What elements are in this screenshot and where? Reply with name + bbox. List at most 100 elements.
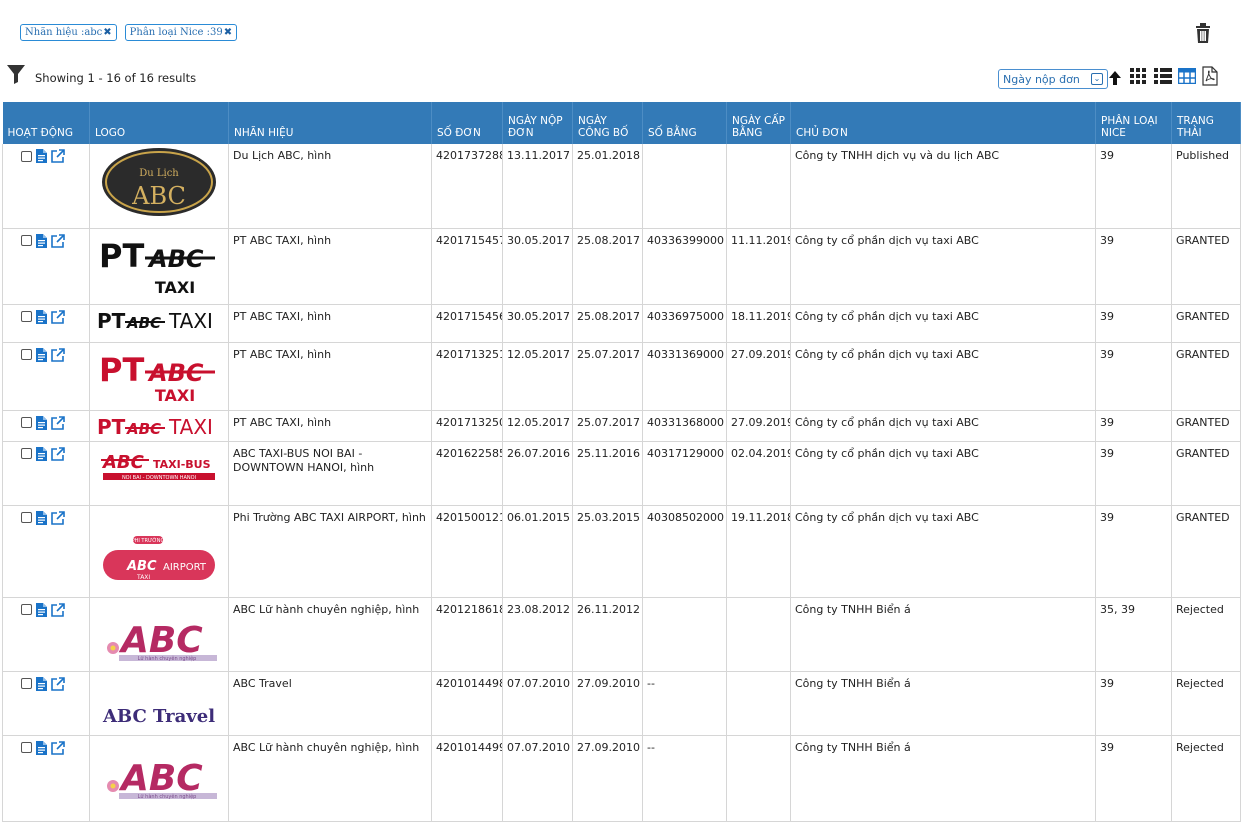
column-header[interactable]: NGÀY CẤP BẰNG — [726, 102, 791, 144]
external-link-icon[interactable] — [51, 602, 65, 617]
trash-icon[interactable] — [1194, 22, 1212, 44]
table-row[interactable]: ABC Travel ABC Travel 4201014498 07.07.2010… — [2, 671, 1241, 736]
grid-view-icon[interactable] — [1130, 68, 1148, 84]
nice-class: 39 — [1095, 505, 1172, 598]
document-icon[interactable] — [36, 415, 47, 430]
sort-ascending-arrow-icon[interactable] — [1108, 69, 1122, 87]
trademark-name: ABC Lữ hành chuyên nghiệp, hình — [228, 735, 432, 822]
column-header[interactable]: SỐ BẰNG — [642, 102, 727, 144]
row-checkbox[interactable] — [21, 512, 32, 523]
external-link-icon[interactable] — [51, 149, 65, 163]
column-header[interactable]: PHÂN LOẠI NICE — [1095, 102, 1172, 144]
row-checkbox[interactable] — [21, 349, 32, 360]
row-checkbox[interactable] — [21, 311, 32, 322]
row-checkbox[interactable] — [21, 678, 32, 689]
row-checkbox[interactable] — [21, 150, 32, 162]
column-header[interactable]: HOẠT ĐỘNG — [2, 102, 90, 144]
owner-name: Công ty cổ phần dịch vụ taxi ABC — [790, 441, 1096, 506]
table-row[interactable]: Du Lịch ABC Du Lịch ABC, hình 4201737288 13.… — [2, 144, 1241, 229]
table-row[interactable]: PT ABC TAXI PT ABC TAXI, hình 4201713251 12.0… — [2, 342, 1241, 411]
table-row[interactable]: PT ABC TAXI PT ABC TAXI, hình 4201713250 12.0… — [2, 410, 1241, 442]
filter-chip[interactable]: Nhãn hiệu :abc ✖ — [20, 24, 117, 41]
table-row[interactable]: ABC Lữ hành chuyên nghiệp ABC Lữ hành chuy… — [2, 735, 1241, 822]
document-icon[interactable] — [36, 676, 47, 691]
column-header[interactable]: SỐ ĐƠN — [431, 102, 503, 144]
grant-date: 02.04.2019 — [726, 441, 791, 506]
registration-number: -- — [642, 671, 727, 736]
svg-text:TAXI-BUS: TAXI-BUS — [153, 458, 211, 471]
document-icon[interactable] — [36, 149, 47, 163]
row-checkbox[interactable] — [21, 235, 32, 246]
column-header[interactable]: NGÀY NỘP ĐƠN — [502, 102, 573, 144]
trademark-logo: PT ABC TAXI — [92, 345, 226, 405]
sort-select-value: Ngày nộp đơn — [1003, 72, 1080, 86]
external-link-icon[interactable] — [51, 415, 65, 430]
filter-chip-label: Nhãn hiệu :abc — [25, 27, 103, 38]
filing-date: 30.05.2017 — [502, 304, 573, 343]
document-icon[interactable] — [36, 347, 47, 362]
registration-number: 40331369000 — [642, 342, 727, 411]
document-icon[interactable] — [36, 233, 47, 248]
status: GRANTED — [1171, 410, 1241, 442]
remove-filter-icon[interactable]: ✖ — [103, 27, 111, 38]
owner-name: Công ty cổ phần dịch vụ taxi ABC — [790, 228, 1096, 305]
row-actions — [21, 602, 85, 617]
registration-number: 40317129000 — [642, 441, 727, 506]
grant-date: 19.11.2018 — [726, 505, 791, 598]
trademark-name: Phi Trường ABC TAXI AIRPORT, hình — [228, 505, 432, 598]
external-link-icon[interactable] — [51, 446, 65, 461]
list-view-icon[interactable] — [1154, 68, 1172, 84]
document-icon[interactable] — [36, 309, 47, 324]
external-link-icon[interactable] — [51, 347, 65, 362]
application-number: 4201622585 — [431, 441, 503, 506]
table-row[interactable]: ABC TAXI-BUS NOI BAI - DOWNTOWN HANOI ABC T… — [2, 441, 1241, 506]
filter-chip-label: Phân loại Nice :39 — [129, 27, 223, 38]
external-link-icon[interactable] — [51, 510, 65, 525]
publication-date: 26.11.2012 — [572, 597, 643, 672]
external-link-icon[interactable] — [51, 676, 65, 691]
registration-number: 40308502000 — [642, 505, 727, 598]
table-row[interactable]: ABC Lữ hành chuyên nghiệp ABC Lữ hành chuy… — [2, 597, 1241, 672]
grant-date: 18.11.2019 — [726, 304, 791, 343]
column-header[interactable]: TRẠNG THÁI — [1171, 102, 1241, 144]
status: GRANTED — [1171, 505, 1241, 598]
row-checkbox[interactable] — [21, 417, 32, 428]
column-header[interactable]: NGÀY CÔNG BỐ — [572, 102, 643, 144]
external-link-icon[interactable] — [51, 233, 65, 248]
nice-class: 39 — [1095, 410, 1172, 442]
remove-filter-icon[interactable]: ✖ — [224, 27, 232, 38]
document-icon[interactable] — [36, 740, 47, 755]
table-row[interactable]: PHI TRƯỜNG ABC AIRPORT TAXI Phi Trường ABC T… — [2, 505, 1241, 598]
logo-cell: PHI TRƯỜNG ABC AIRPORT TAXI — [89, 505, 229, 598]
publication-date: 25.07.2017 — [572, 342, 643, 411]
publication-date: 25.03.2015 — [572, 505, 643, 598]
table-row[interactable]: PT ABC TAXI PT ABC TAXI, hình 4201715457 30.0… — [2, 228, 1241, 305]
external-link-icon[interactable] — [51, 309, 65, 324]
document-icon[interactable] — [36, 510, 47, 525]
filter-chip[interactable]: Phân loại Nice :39 ✖ — [124, 24, 238, 41]
row-checkbox[interactable] — [21, 604, 32, 615]
pdf-export-icon[interactable] — [1202, 66, 1218, 86]
column-header[interactable]: LOGO — [89, 102, 229, 144]
trademark-name: ABC TAXI-BUS NOI BAI - DOWNTOWN HANOI, h… — [228, 441, 432, 506]
grant-date: 27.09.2019 — [726, 342, 791, 411]
sort-select[interactable]: Ngày nộp đơn ⌄ — [998, 69, 1108, 89]
table-row[interactable]: PT ABC TAXI PT ABC TAXI, hình 4201715456 30.0… — [2, 304, 1241, 343]
document-icon[interactable] — [36, 602, 47, 617]
trademark-name: PT ABC TAXI, hình — [228, 410, 432, 442]
column-header[interactable]: NHÃN HIỆU — [228, 102, 432, 144]
row-checkbox[interactable] — [21, 742, 32, 753]
filing-date: 12.05.2017 — [502, 342, 573, 411]
external-link-icon[interactable] — [51, 740, 65, 755]
filter-funnel-icon[interactable] — [6, 64, 26, 84]
registration-number — [642, 597, 727, 672]
row-checkbox[interactable] — [21, 448, 32, 459]
svg-text:AIRPORT: AIRPORT — [163, 562, 207, 573]
column-header[interactable]: CHỦ ĐƠN — [790, 102, 1096, 144]
grant-date — [726, 735, 791, 822]
svg-text:ABC Travel: ABC Travel — [102, 706, 215, 727]
document-icon[interactable] — [36, 446, 47, 461]
grant-date: 27.09.2019 — [726, 410, 791, 442]
svg-text:PT: PT — [99, 351, 144, 389]
table-view-icon[interactable] — [1178, 68, 1196, 84]
